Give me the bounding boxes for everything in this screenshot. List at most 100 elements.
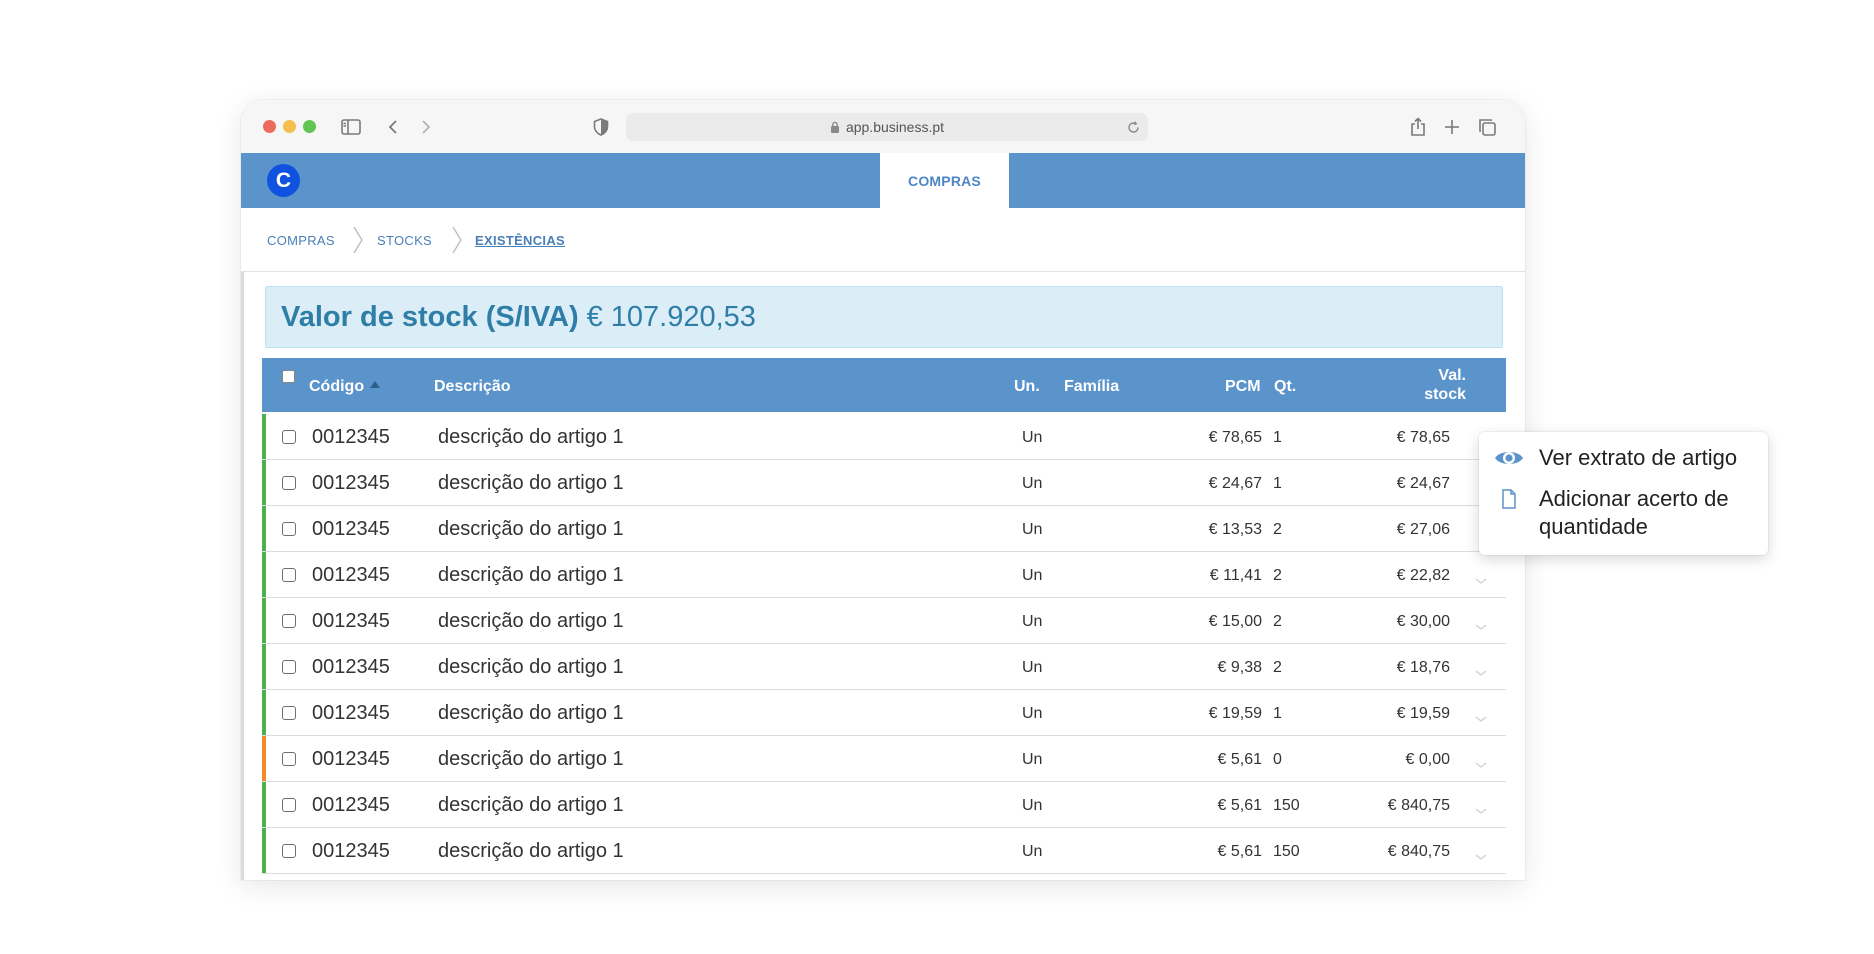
row-checkbox[interactable]: [282, 660, 296, 674]
row-checkbox[interactable]: [282, 568, 296, 582]
column-header-un[interactable]: Un.: [1014, 378, 1040, 396]
row-stock-value: € 0,00: [1405, 751, 1450, 768]
row-pcm: € 13,53: [1208, 521, 1262, 538]
row-stock-value: € 30,00: [1396, 613, 1450, 630]
row-checkbox[interactable]: [282, 476, 296, 490]
row-pcm: € 11,41: [1209, 567, 1262, 584]
forward-icon[interactable]: [413, 114, 439, 140]
table-row[interactable]: 0012345 descrição do artigo 1 Un € 78,65…: [262, 414, 1506, 460]
row-code: 0012345: [312, 610, 390, 632]
row-checkbox[interactable]: [282, 844, 296, 858]
table-row[interactable]: 0012345 descrição do artigo 1 Un € 5,61 …: [262, 828, 1506, 874]
row-unit: Un: [1022, 613, 1043, 630]
column-header-val-line1: Val.: [1438, 367, 1466, 384]
chevron-down-icon[interactable]: [1474, 615, 1488, 630]
breadcrumb-compras[interactable]: COMPRAS: [267, 233, 335, 248]
column-header-codigo[interactable]: Código: [309, 378, 381, 396]
row-quantity: 2: [1273, 613, 1282, 630]
breadcrumb-stocks[interactable]: STOCKS: [377, 233, 432, 248]
sidebar-toggle-icon[interactable]: [338, 114, 364, 140]
row-pcm: € 19,59: [1208, 705, 1262, 722]
row-status-indicator: [262, 460, 266, 505]
row-code: 0012345: [312, 426, 390, 448]
chevron-down-icon[interactable]: [1474, 753, 1488, 768]
row-pcm: € 5,61: [1217, 751, 1262, 768]
row-stock-value: € 18,76: [1396, 659, 1450, 676]
column-header-codigo-label: Código: [309, 378, 365, 395]
maximize-window-button[interactable]: [303, 120, 316, 133]
table-row[interactable]: 0012345 descrição do artigo 1 Un € 5,61 …: [262, 736, 1506, 782]
table-row[interactable]: 0012345 descrição do artigo 1 Un € 24,67…: [262, 460, 1506, 506]
column-header-qt[interactable]: Qt.: [1274, 378, 1296, 396]
chevron-down-icon[interactable]: [1474, 845, 1488, 860]
menu-item-ver-extrato[interactable]: Ver extrato de artigo: [1479, 444, 1768, 472]
row-quantity: 2: [1273, 567, 1282, 584]
menu-item-adicionar-acerto[interactable]: Adicionar acerto de quantidade: [1479, 485, 1768, 541]
tabs-overview-icon[interactable]: [1474, 114, 1500, 140]
row-unit: Un: [1022, 797, 1043, 814]
row-description: descrição do artigo 1: [438, 426, 624, 448]
table-row[interactable]: 0012345 descrição do artigo 1 Un € 5,61 …: [262, 782, 1506, 828]
row-unit: Un: [1022, 521, 1043, 538]
page-scroll-edge: [241, 272, 244, 880]
row-code: 0012345: [312, 564, 390, 586]
sort-ascending-icon: [370, 381, 381, 389]
row-checkbox[interactable]: [282, 614, 296, 628]
row-checkbox[interactable]: [282, 522, 296, 536]
row-pcm: € 24,67: [1208, 475, 1262, 492]
chevron-down-icon[interactable]: [1474, 799, 1488, 814]
row-code: 0012345: [312, 656, 390, 678]
row-pcm: € 5,61: [1217, 843, 1262, 860]
column-header-pcm[interactable]: PCM: [1225, 378, 1261, 396]
row-quantity: 1: [1273, 429, 1282, 446]
browser-titlebar: app.business.pt: [241, 100, 1525, 153]
chevron-down-icon[interactable]: [1474, 569, 1488, 584]
row-checkbox[interactable]: [282, 798, 296, 812]
column-header-descricao[interactable]: Descrição: [434, 378, 511, 396]
tab-compras[interactable]: COMPRAS: [880, 153, 1009, 208]
close-window-button[interactable]: [263, 120, 276, 133]
row-stock-value: € 22,82: [1396, 567, 1450, 584]
document-icon: [1479, 485, 1539, 509]
minimize-window-button[interactable]: [283, 120, 296, 133]
row-unit: Un: [1022, 705, 1043, 722]
breadcrumb-existencias[interactable]: EXISTÊNCIAS: [475, 233, 565, 248]
row-checkbox[interactable]: [282, 430, 296, 444]
table-row[interactable]: 0012345 descrição do artigo 1 Un € 11,41…: [262, 552, 1506, 598]
column-header-familia[interactable]: Família: [1064, 378, 1119, 396]
back-icon[interactable]: [380, 114, 406, 140]
table-row[interactable]: 0012345 descrição do artigo 1 Un € 9,38 …: [262, 644, 1506, 690]
table-row[interactable]: 0012345 descrição do artigo 1 Un € 15,00…: [262, 598, 1506, 644]
row-status-indicator: [262, 828, 266, 873]
app-logo[interactable]: C: [267, 164, 300, 197]
row-quantity: 2: [1273, 659, 1282, 676]
row-description: descrição do artigo 1: [438, 702, 624, 724]
row-status-indicator: [262, 598, 266, 643]
row-status-indicator: [262, 552, 266, 597]
row-description: descrição do artigo 1: [438, 564, 624, 586]
share-icon[interactable]: [1405, 114, 1431, 140]
row-stock-value: € 840,75: [1387, 843, 1450, 860]
column-header-val-stock[interactable]: Val. stock: [1424, 366, 1466, 404]
stock-value-amount: € 107.920,53: [586, 300, 756, 333]
row-quantity: 1: [1273, 705, 1282, 722]
chevron-down-icon[interactable]: [1474, 707, 1488, 722]
row-status-indicator: [262, 782, 266, 827]
select-all-checkbox[interactable]: [282, 370, 295, 383]
chevron-down-icon[interactable]: [1474, 661, 1488, 676]
row-checkbox[interactable]: [282, 706, 296, 720]
row-status-indicator: [262, 690, 266, 735]
table-row[interactable]: 0012345 descrição do artigo 1 Un € 19,59…: [262, 690, 1506, 736]
column-header-val-line2: stock: [1424, 386, 1466, 403]
address-bar[interactable]: app.business.pt: [626, 113, 1148, 141]
row-checkbox[interactable]: [282, 752, 296, 766]
table-row[interactable]: 0012345 descrição do artigo 1 Un € 13,53…: [262, 506, 1506, 552]
row-description: descrição do artigo 1: [438, 472, 624, 494]
shield-icon[interactable]: [588, 114, 614, 140]
row-actions-menu: Ver extrato de artigo Adicionar acerto d…: [1479, 432, 1768, 555]
menu-item-label: Ver extrato de artigo: [1539, 445, 1738, 470]
reload-icon[interactable]: [1124, 118, 1142, 136]
new-tab-icon[interactable]: [1439, 114, 1465, 140]
row-status-indicator: [262, 644, 266, 689]
row-unit: Un: [1022, 843, 1043, 860]
